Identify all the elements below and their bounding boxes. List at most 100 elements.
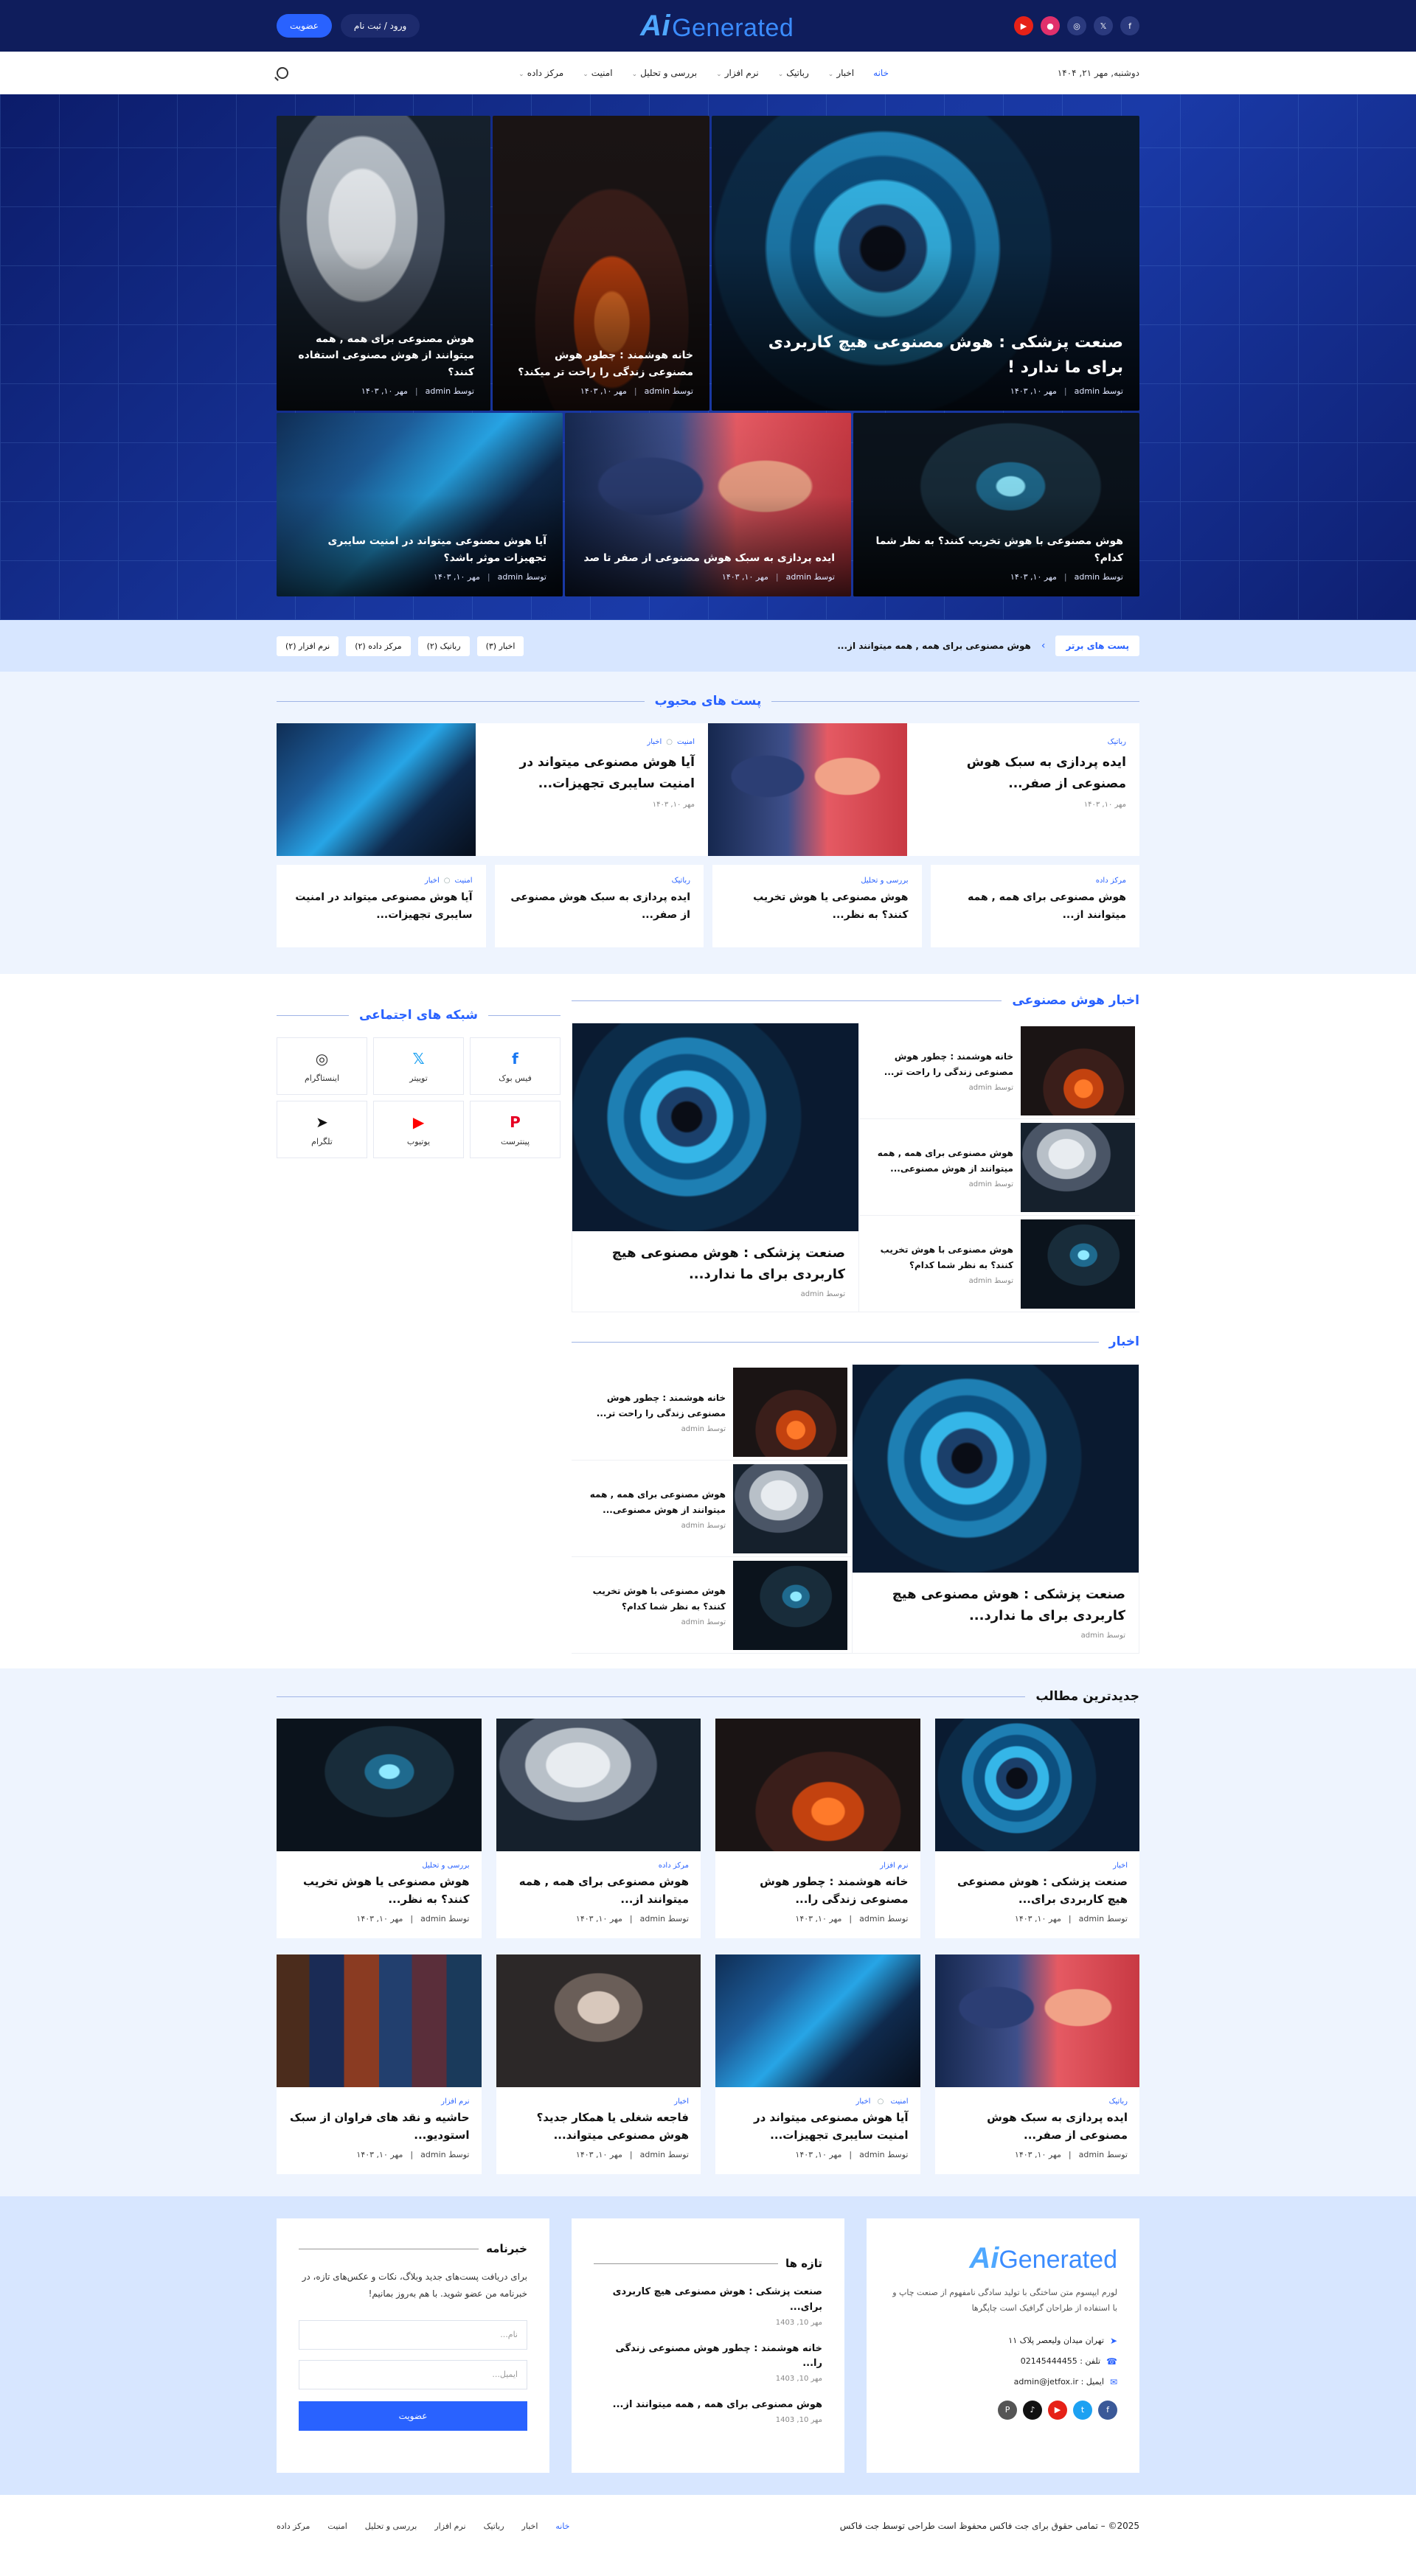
hero-card-main[interactable]: صنعت پزشکی : هوش مصنوعی هیچ کاربردی برای… xyxy=(712,116,1139,411)
post-title[interactable]: هوش مصنوعی با هوش تخریب کنند؟ به نظر شما… xyxy=(579,1584,726,1614)
facebook-icon[interactable]: f xyxy=(1098,2400,1117,2420)
post-thumbnail[interactable] xyxy=(277,1954,482,2087)
nav-item-review[interactable]: بررسی و تحلیل⌄ xyxy=(632,68,698,78)
post-title[interactable]: هوش مصنوعی برای همه , همه میتوانند از هو… xyxy=(867,1146,1013,1176)
latest-card[interactable]: اخبار صنعت پزشکی : هوش مصنوعی هیچ کاربردی… xyxy=(934,1719,1139,1938)
nav-item-datacenter[interactable]: مرکز داده⌄ xyxy=(518,68,563,78)
post-title[interactable]: آیا هوش مصنوعی میتواند در امنیت سایبری ت… xyxy=(489,752,695,795)
post-category[interactable]: رباتیک xyxy=(920,738,1126,746)
category-label[interactable]: امنیت xyxy=(455,877,473,885)
login-button[interactable]: ورود / ثبت نام xyxy=(340,14,420,38)
latest-card[interactable]: امنیت ○ اخبار آیا هوش مصنوعی میتواند در ا… xyxy=(715,1954,920,2174)
post-title[interactable]: خانه هوشمند : چطور هوش مصنوعی زندگی را ر… xyxy=(867,1049,1013,1079)
news-featured[interactable]: صنعت پزشکی : هوش مصنوعی هیچ کاربردی برای… xyxy=(572,1023,859,1312)
post-thumbnail[interactable] xyxy=(1021,1219,1135,1309)
popular-card[interactable]: امنیت○اخبار آیا هوش مصنوعی میتواند در ام… xyxy=(277,723,708,856)
footer-link[interactable]: خانه xyxy=(555,2521,569,2531)
footer-link[interactable]: اخبار xyxy=(522,2521,538,2531)
category-label[interactable]: اخبار xyxy=(425,877,440,885)
post-title[interactable]: خانه هوشمند : چطور هوش مصنوعی زندگی را ر… xyxy=(579,1390,726,1421)
tag-datacenter[interactable]: مرکز داده (۲) xyxy=(346,636,411,656)
tag-news[interactable]: اخبار (۳) xyxy=(476,636,524,656)
post-thumbnail[interactable] xyxy=(733,1463,847,1553)
post-thumbnail[interactable] xyxy=(934,1954,1139,2087)
fresh-post-title[interactable]: هوش مصنوعی برای همه , همه میتوانند از... xyxy=(594,2398,822,2413)
post-thumbnail[interactable] xyxy=(708,723,907,856)
post-title[interactable]: آیا هوش مصنوعی میتواند در امنیت سایبری ت… xyxy=(290,889,472,925)
post-category[interactable]: رباتیک xyxy=(947,2098,1128,2106)
nav-item-news[interactable]: اخبار⌄ xyxy=(828,68,854,78)
footer-link[interactable]: امنیت xyxy=(327,2521,347,2531)
hero-card-b1[interactable]: هوش مصنوعی با هوش تخریب کنند؟ به نظر شما… xyxy=(853,413,1139,596)
category-label[interactable]: مرکز داده xyxy=(1096,877,1126,885)
ticker-text[interactable]: هوش مصنوعی برای همه , همه میتوانند از... xyxy=(837,641,1030,651)
category-label[interactable]: بررسی و تحلیل xyxy=(861,877,908,885)
search-icon[interactable] xyxy=(277,67,288,79)
post-thumbnail[interactable] xyxy=(733,1367,847,1457)
pinterest-icon[interactable]: ● xyxy=(1041,16,1060,35)
news-featured[interactable]: صنعت پزشکی : هوش مصنوعی هیچ کاربردی برای… xyxy=(852,1364,1139,1654)
newsletter-name-input[interactable]: نام... xyxy=(299,2319,527,2350)
youtube-icon[interactable]: ▶ xyxy=(1014,16,1033,35)
post-title[interactable]: هوش مصنوعی یا هوش تخریب کنند؟ به نظر... xyxy=(726,889,908,925)
post-title[interactable]: هوش مصنوعی برای همه , همه میتوانند از... xyxy=(508,1873,689,1908)
post-thumbnail[interactable] xyxy=(934,1719,1139,1851)
latest-card[interactable]: مرکز داده هوش مصنوعی برای همه , همه میتوا… xyxy=(496,1719,701,1938)
post-title[interactable]: آیا هوش مصنوعی میتواند در امنیت سایبری ت… xyxy=(727,2109,909,2144)
footer-email[interactable]: ایمیل : admin@jetfox.ir xyxy=(1014,2377,1104,2387)
nav-item-robotics[interactable]: رباتیک⌄ xyxy=(778,68,809,78)
post-title[interactable]: هوش مصنوعی برای همه , همه میتوانند از... xyxy=(944,889,1126,925)
social-facebook[interactable]: f فیس بوک xyxy=(470,1037,560,1095)
post-thumbnail[interactable] xyxy=(277,723,476,856)
footer-link[interactable]: نرم افزار xyxy=(434,2521,465,2531)
newsletter-submit-button[interactable]: عضویت xyxy=(299,2401,527,2431)
tiktok-icon[interactable]: ♪ xyxy=(1023,2400,1042,2420)
tag-software[interactable]: نرم افزار (۲) xyxy=(277,636,339,656)
post-category[interactable]: امنیت○اخبار xyxy=(489,738,695,746)
social-pinterest[interactable]: P پینترست xyxy=(470,1101,560,1158)
youtube-icon[interactable]: ▶ xyxy=(1048,2400,1067,2420)
x-icon[interactable]: 𝕏 xyxy=(1094,16,1113,35)
fresh-post-title[interactable]: صنعت پزشکی : هوش مصنوعی هیچ کاربردی برای… xyxy=(594,2285,822,2316)
facebook-icon[interactable]: f xyxy=(1120,16,1139,35)
post-title[interactable]: هوش مصنوعی برای همه , همه میتوانند از هو… xyxy=(579,1487,726,1517)
post-title[interactable]: ایده پردازی به سبک هوش مصنوعی از صفر... xyxy=(947,2109,1128,2144)
popular-card[interactable]: رباتیک ایده پردازی به سبک هوش مصنوعی از … xyxy=(708,723,1139,856)
post-title[interactable]: خانه هوشمند : چطور هوش مصنوعی زندگی را..… xyxy=(727,1873,908,1908)
latest-card[interactable]: نرم افزار خانه هوشمند : چطور هوش مصنوعی ز… xyxy=(715,1719,920,1938)
social-instagram[interactable]: ◎ اینستاگرام xyxy=(277,1037,367,1095)
post-category[interactable]: نرم افزار xyxy=(288,2098,469,2106)
post-title[interactable]: هوش مصنوعی یا هوش تخریب کنند؟ به نظر... xyxy=(288,1873,469,1908)
post-thumbnail[interactable] xyxy=(496,1719,701,1851)
newsletter-email-input[interactable]: ایمیل... xyxy=(299,2359,527,2389)
post-thumbnail[interactable] xyxy=(572,1023,858,1231)
popular-mini-card[interactable]: مرکز داده هوش مصنوعی برای همه , همه میتو… xyxy=(930,865,1139,947)
post-category[interactable]: مرکز داده xyxy=(508,1862,689,1870)
post-thumbnail[interactable] xyxy=(853,1365,1139,1573)
latest-card[interactable]: نرم افزار حاشیه و نقد های فراوان از سبک ا… xyxy=(277,1954,482,2174)
footer-link[interactable]: مرکز داده xyxy=(277,2521,310,2531)
latest-card[interactable]: اخبار فاجعه شغلی یا همکار جدید؟ هوش مصنوع… xyxy=(496,1954,701,2174)
instagram-icon[interactable]: ◎ xyxy=(1067,16,1086,35)
post-category[interactable]: امنیت ○ اخبار xyxy=(727,2098,909,2106)
nav-item-home[interactable]: خانه xyxy=(873,68,889,78)
post-thumbnail[interactable] xyxy=(1021,1026,1135,1115)
post-title[interactable]: هوش مصنوعی با هوش تخریب کنند؟ به نظر شما… xyxy=(867,1242,1013,1273)
news-item[interactable]: هوش مصنوعی برای همه , همه میتوانند از هو… xyxy=(572,1461,852,1557)
post-title[interactable]: حاشیه و نقد های فراوان از سبک استودیو... xyxy=(288,2109,470,2144)
post-thumbnail[interactable] xyxy=(733,1560,847,1650)
popular-mini-card[interactable]: بررسی و تحلیل هوش مصنوعی یا هوش تخریب کن… xyxy=(712,865,922,947)
footer-phone[interactable]: تلفن : 02145444455 xyxy=(1021,2356,1100,2366)
post-title[interactable]: صنعت پزشکی : هوش مصنوعی هیچ کاربردی برای… xyxy=(586,1243,845,1286)
popular-mini-card[interactable]: امنیت○اخبار آیا هوش مصنوعی میتواند در ام… xyxy=(277,865,486,947)
news-item[interactable]: خانه هوشمند : چطور هوش مصنوعی زندگی را ر… xyxy=(572,1364,852,1461)
hero-card-mid[interactable]: خانه هوشمند : چطور هوش مصنوعی زندگی را ر… xyxy=(493,116,709,411)
post-title[interactable]: ایده پردازی به سبک هوش مصنوعی از صفر... xyxy=(920,752,1126,795)
site-logo[interactable]: Ai Generated xyxy=(640,10,794,43)
twitter-icon[interactable]: t xyxy=(1073,2400,1092,2420)
fresh-post-title[interactable]: خانه هوشمند : چطور هوش مصنوعی زندگی را..… xyxy=(594,2342,822,2373)
hero-card-b3[interactable]: آیا هوش مصنوعی میتواند در امنیت سایبری ت… xyxy=(277,413,563,596)
social-telegram[interactable]: ➤ تلگرام xyxy=(277,1101,367,1158)
footer-logo[interactable]: AiGenerated xyxy=(889,2242,1117,2275)
post-thumbnail[interactable] xyxy=(277,1719,482,1851)
